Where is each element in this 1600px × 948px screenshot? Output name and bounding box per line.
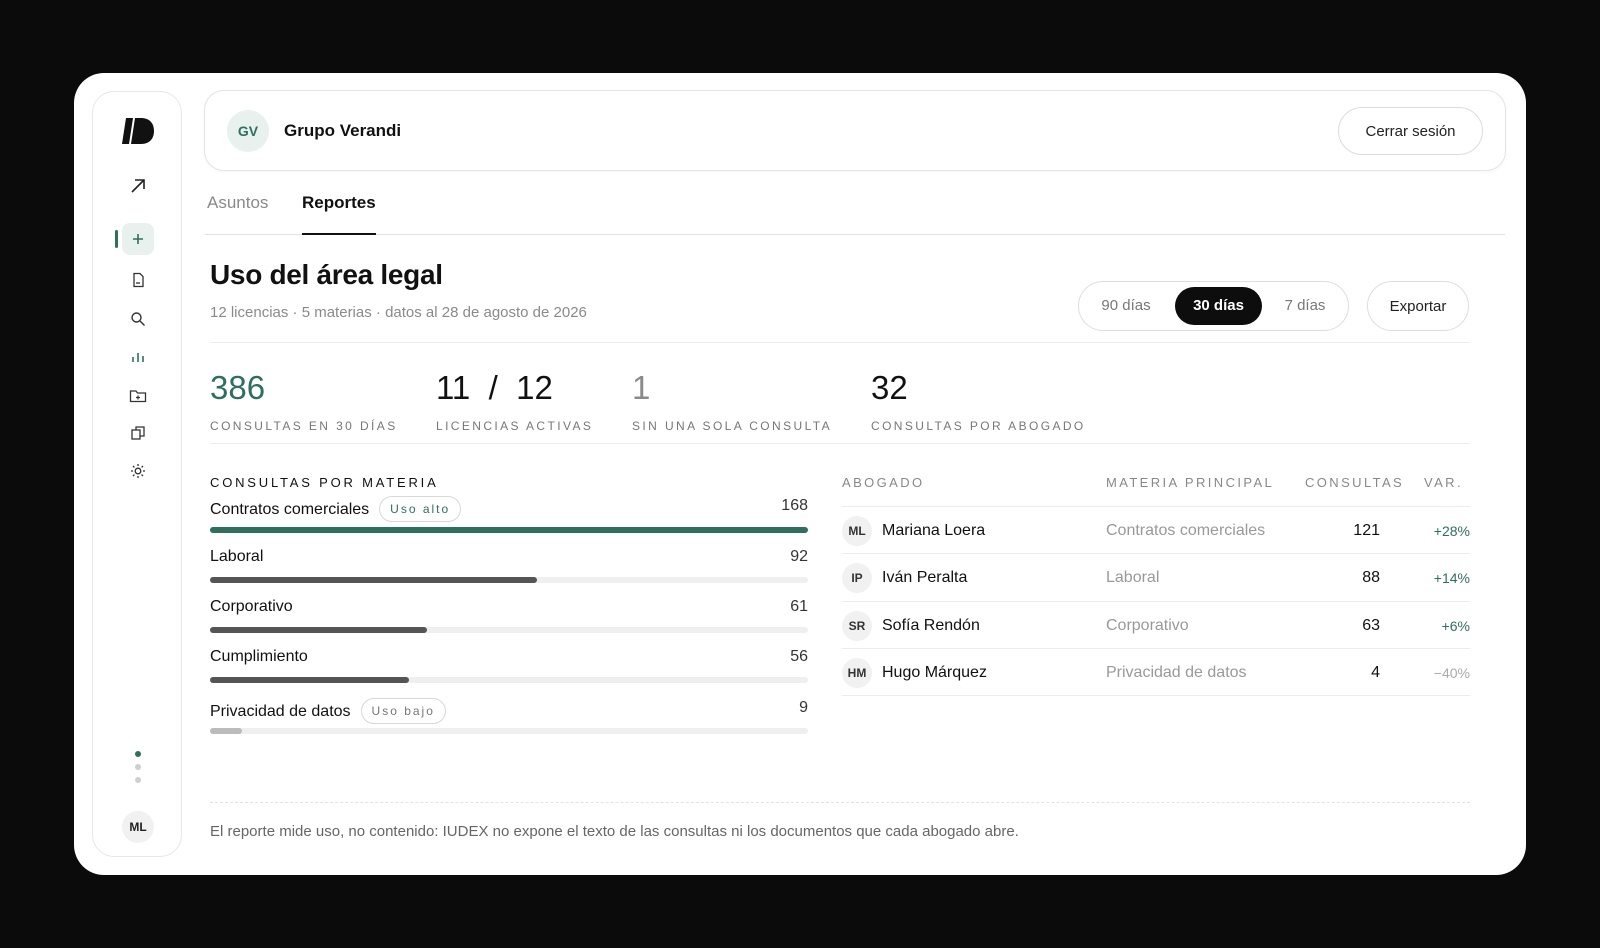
kpi-consultas: 386 Consultas en 30 días [210, 369, 398, 433]
subject-name: Privacidad de datos Uso bajo [210, 698, 446, 725]
kpi-licencias: 11 / 12 Licencias activas [436, 369, 593, 433]
status-dot [135, 777, 141, 783]
avatar: SR [842, 611, 872, 641]
col-header-subject: Materia principal [1106, 475, 1275, 490]
lawyer-variation: +14% [1433, 570, 1470, 586]
bar-fill [210, 677, 410, 683]
kpi-label: Consultas en 30 días [210, 419, 398, 433]
kpi-label: Licencias activas [436, 419, 594, 433]
footer-divider [210, 802, 1470, 803]
kpi-value: 32 [871, 369, 908, 406]
bar-track [210, 627, 808, 633]
kpi-label: Sin una sola consulta [632, 419, 832, 433]
kpi-value: 1 [632, 369, 651, 406]
app-window: ML GV Grupo Verandi Cerrar sesión Asunto… [74, 73, 1526, 875]
logout-button[interactable]: Cerrar sesión [1338, 107, 1483, 155]
usage-badge: Uso alto [379, 496, 462, 522]
range-7-days[interactable]: 7 días [1265, 287, 1345, 325]
lawyer-variation: −40% [1433, 665, 1470, 681]
usage-badge: Uso bajo [360, 698, 446, 724]
footnote: El reporte mide uso, no contenido: IUDEX… [210, 823, 1019, 840]
lawyer-subject: Privacidad de datos [1106, 664, 1247, 681]
tab-bar: Asuntos Reportes [205, 191, 1505, 235]
subject-count: 61 [790, 598, 808, 615]
user-avatar[interactable]: ML [122, 811, 154, 843]
range-30-days[interactable]: 30 días [1175, 287, 1262, 325]
active-indicator [115, 230, 118, 248]
divider [210, 342, 1470, 343]
kpi-label: Consultas por abogado [871, 419, 1086, 433]
bar-chart-icon[interactable] [122, 341, 154, 373]
bar-fill [210, 627, 428, 633]
lawyer-variation: +28% [1433, 523, 1470, 539]
subject-count: 9 [799, 699, 808, 716]
col-header-var: Var. [1424, 475, 1463, 490]
subject-name: Cumplimiento [210, 648, 308, 665]
settings-icon[interactable] [122, 455, 154, 487]
logo-icon[interactable] [121, 114, 155, 148]
subjects-title: Consultas por materia [210, 475, 439, 490]
table-row[interactable]: HM Hugo Márquez Privacidad de datos 4 −4… [842, 648, 1470, 695]
kpi-value: 11 / 12 [436, 369, 553, 406]
lawyer-count: 88 [1362, 569, 1380, 586]
kpi-sin-consulta: 1 Sin una sola consulta [632, 369, 832, 433]
avatar: HM [842, 658, 872, 688]
folder-icon[interactable] [122, 380, 154, 412]
lawyer-subject: Laboral [1106, 569, 1160, 586]
tab-asuntos[interactable]: Asuntos [207, 191, 268, 235]
org-avatar: GV [227, 110, 269, 152]
kpi-por-abogado: 32 Consultas por abogado [871, 369, 1086, 433]
document-icon[interactable] [122, 264, 154, 296]
bar-track [210, 677, 808, 683]
col-header-name: Abogado [842, 475, 925, 490]
subject-count: 56 [790, 648, 808, 665]
bar-fill [210, 728, 243, 734]
lawyer-count: 63 [1362, 617, 1380, 634]
table-row[interactable]: SR Sofía Rendón Corporativo 63 +6% [842, 601, 1470, 648]
export-button[interactable]: Exportar [1367, 281, 1469, 331]
lawyer-variation: +6% [1441, 618, 1470, 634]
lawyer-name: Iván Peralta [882, 569, 968, 586]
subject-name: Corporativo [210, 598, 293, 615]
lawyer-subject: Corporativo [1106, 617, 1189, 634]
status-dot [135, 751, 141, 757]
new-plus-icon[interactable] [122, 223, 154, 255]
date-range-selector: 90 días 30 días 7 días [1078, 281, 1349, 331]
top-bar: GV Grupo Verandi Cerrar sesión [204, 90, 1506, 171]
tab-reportes[interactable]: Reportes [302, 191, 376, 235]
lawyer-subject: Contratos comerciales [1106, 522, 1266, 539]
range-90-days[interactable]: 90 días [1085, 287, 1167, 325]
bar-fill [210, 527, 808, 533]
subject-name: Laboral [210, 548, 264, 565]
bar-fill [210, 577, 538, 583]
lawyer-name: Hugo Márquez [882, 664, 987, 681]
bar-track [210, 728, 808, 734]
org-name: Grupo Verandi [284, 121, 402, 140]
bar-track [210, 527, 808, 533]
sidebar-rail: ML [92, 91, 182, 857]
status-dot [135, 764, 141, 770]
lawyer-name: Sofía Rendón [882, 617, 980, 634]
lawyer-name: Mariana Loera [882, 522, 986, 539]
copy-icon[interactable] [122, 417, 154, 449]
subject-count: 168 [781, 497, 808, 514]
page-title: Uso del área legal [210, 259, 443, 290]
lawyer-count: 121 [1353, 522, 1380, 539]
subject-count: 92 [790, 548, 808, 565]
table-row[interactable]: IP Iván Peralta Laboral 88 +14% [842, 553, 1470, 600]
divider [210, 443, 1470, 444]
bar-track [210, 577, 808, 583]
subject-name: Contratos comerciales Uso alto [210, 496, 462, 523]
table-row[interactable]: ML Mariana Loera Contratos comerciales 1… [842, 506, 1470, 553]
col-header-count: Consultas [1305, 475, 1405, 490]
arrow-up-right-icon[interactable] [122, 170, 154, 202]
search-icon[interactable] [122, 303, 154, 335]
avatar: IP [842, 563, 872, 593]
table-end-rule [842, 695, 1470, 696]
kpi-value: 386 [210, 369, 266, 406]
lawyer-count: 4 [1371, 664, 1380, 681]
avatar: ML [842, 516, 872, 546]
page-subtitle: 12 licencias · 5 materias · datos al 28 … [210, 304, 587, 321]
